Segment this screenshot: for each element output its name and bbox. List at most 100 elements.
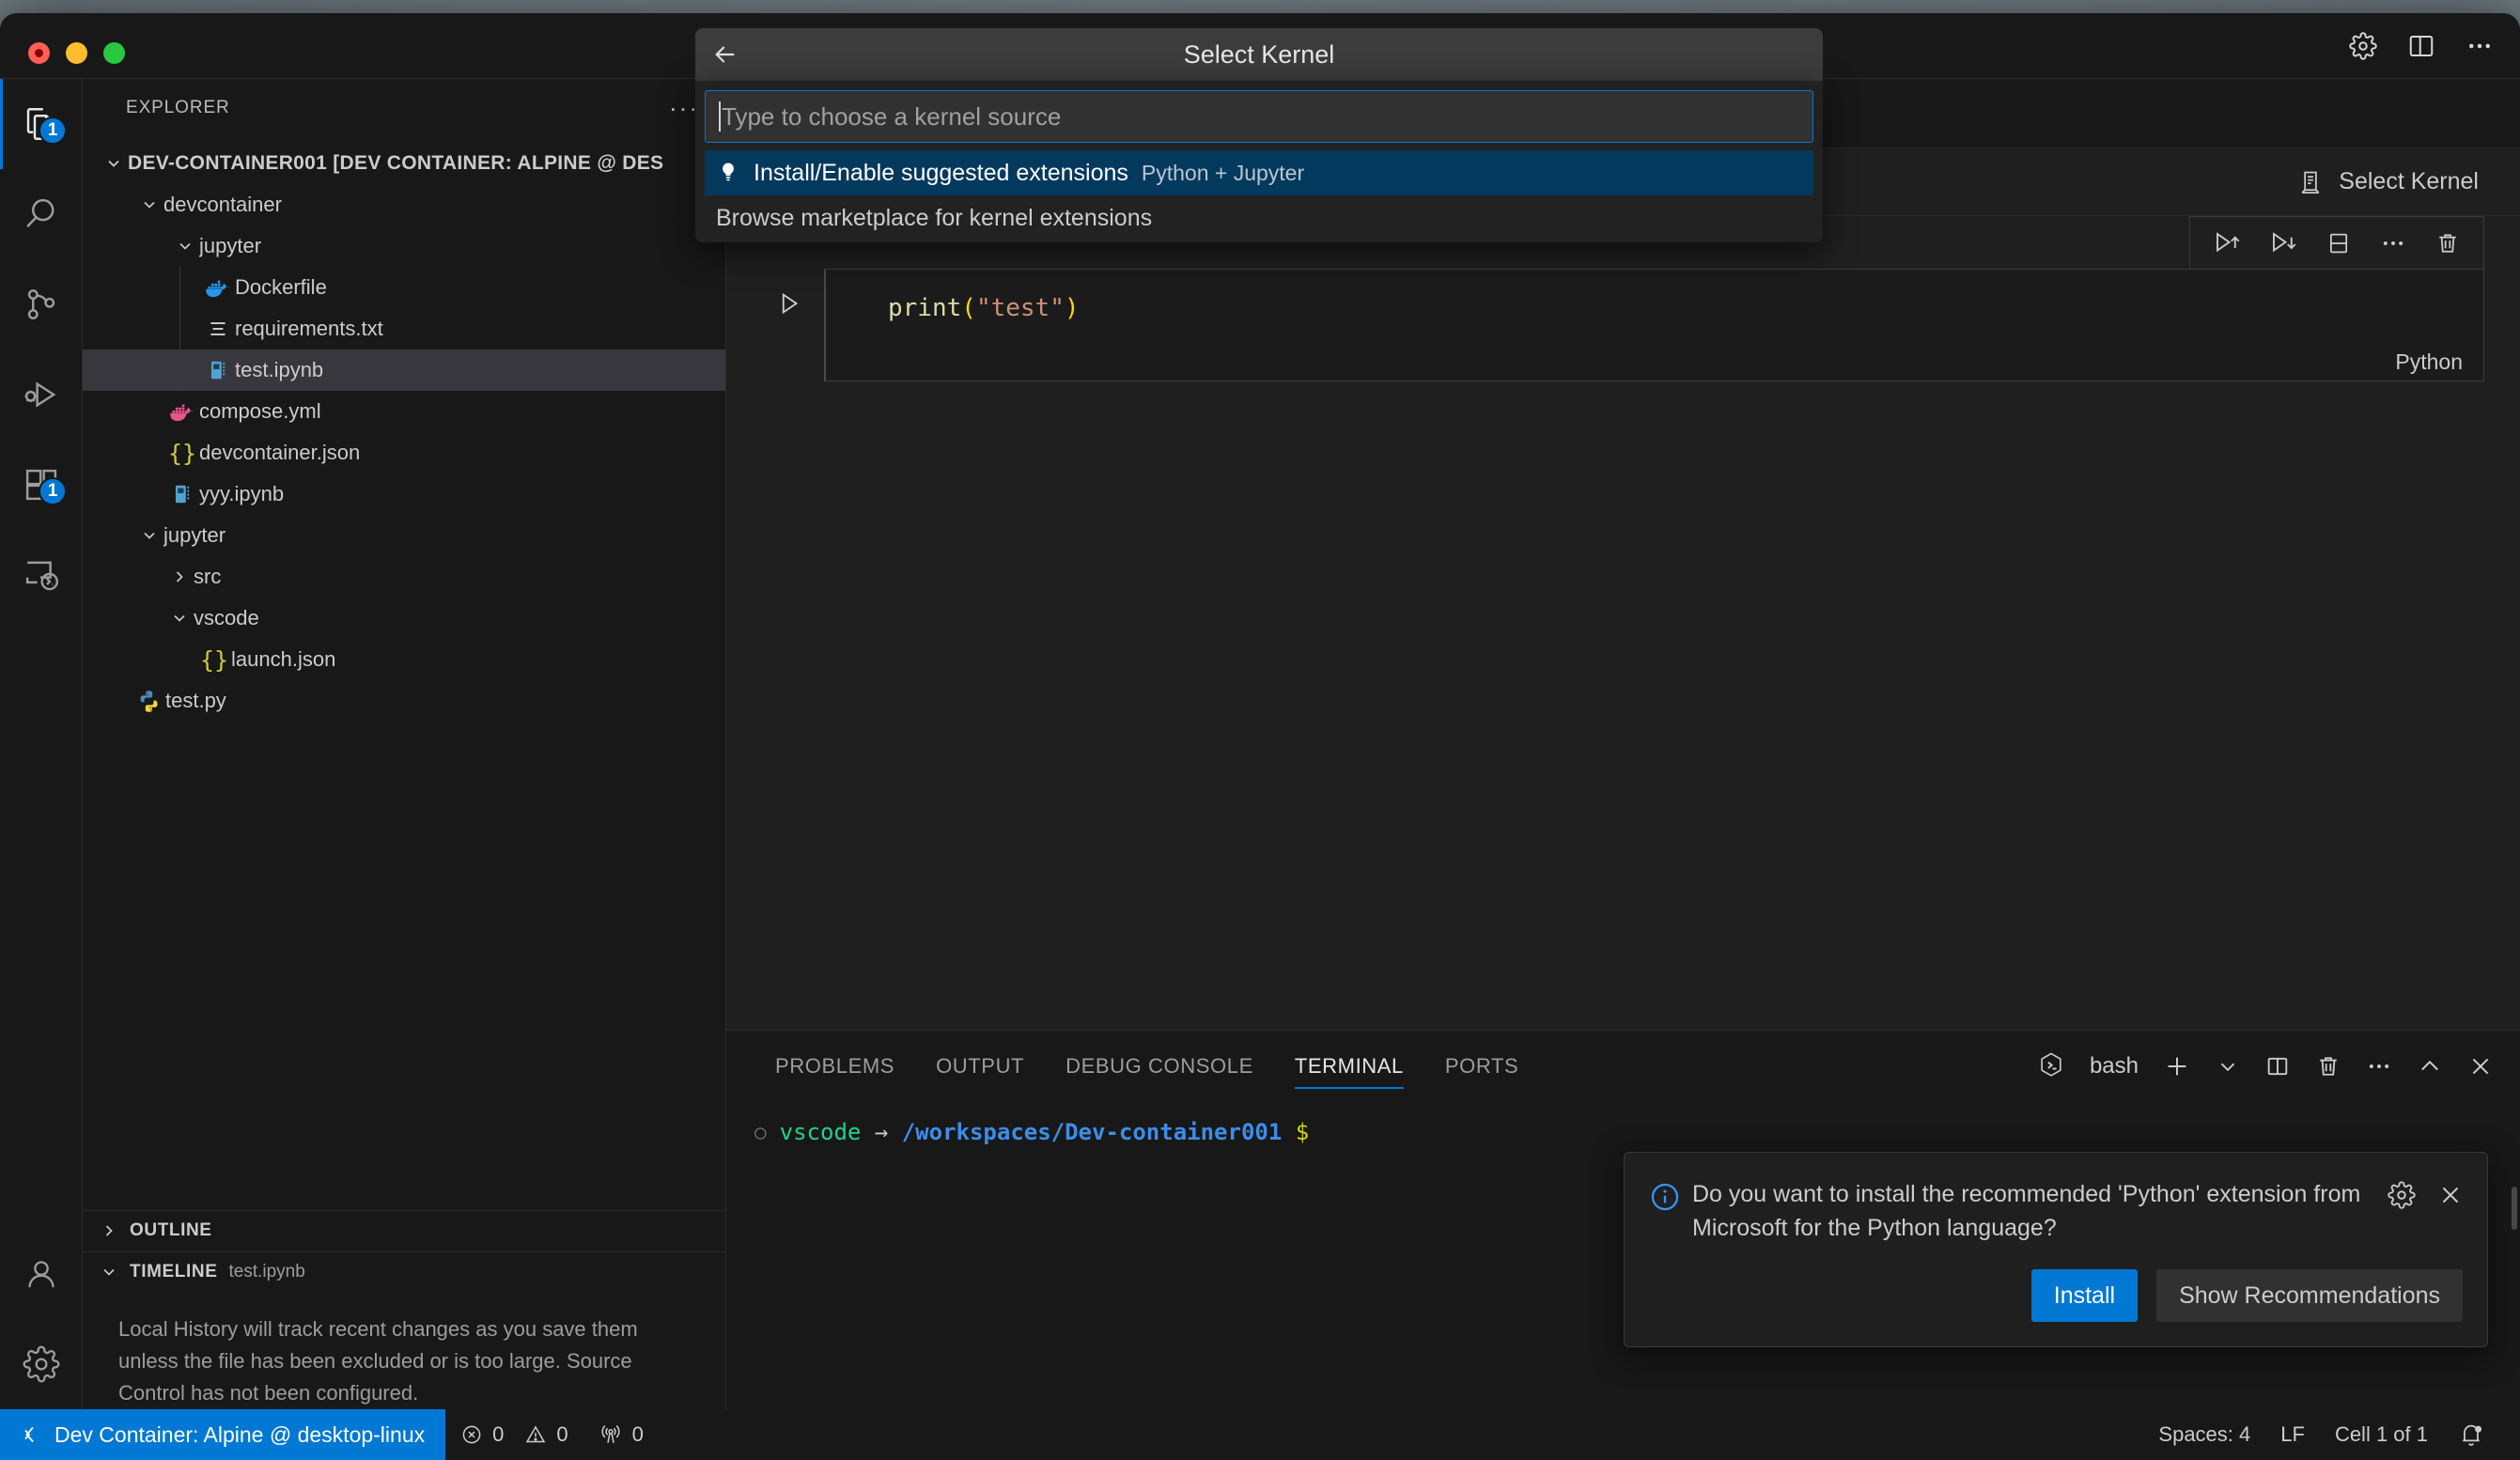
- window-close-button[interactable]: [28, 42, 50, 64]
- tree-item-folder-jupyter[interactable]: jupyter: [83, 515, 725, 556]
- account-icon[interactable]: [0, 1229, 83, 1319]
- tab-label: DEBUG CONSOLE: [1066, 1054, 1253, 1078]
- tree-item-file-dockerfile[interactable]: Dockerfile: [83, 267, 725, 308]
- install-button[interactable]: Install: [2030, 1269, 2139, 1322]
- panel-tab-list: PROBLEMS OUTPUT DEBUG CONSOLE TERMINAL P…: [726, 1031, 2520, 1102]
- tree-item-folder-jupyter-nested[interactable]: jupyter: [83, 225, 725, 267]
- title-bar-actions: [2347, 13, 2496, 79]
- cell-editor[interactable]: print("test") Python: [824, 269, 2484, 381]
- tree-item-file-launch-json[interactable]: {} launch.json: [83, 639, 725, 680]
- ports-count: 0: [631, 1422, 644, 1446]
- notebook-body: print("test") Python: [726, 216, 2520, 979]
- tree-item-file-test-ipynb[interactable]: test.ipynb: [83, 349, 725, 391]
- new-terminal-icon[interactable]: [2163, 1052, 2191, 1080]
- delete-cell-icon[interactable]: [2434, 230, 2461, 256]
- select-kernel-label: Select Kernel: [2339, 168, 2479, 194]
- window-minimize-button[interactable]: [66, 42, 87, 64]
- run-cell-button[interactable]: [754, 269, 824, 381]
- tab-output[interactable]: OUTPUT: [915, 1031, 1045, 1102]
- tree-item-file-yyy-ipynb[interactable]: yyy.ipynb: [83, 474, 725, 515]
- close-icon[interactable]: [2436, 1181, 2465, 1209]
- timeline-section-header[interactable]: TIMELINE test.ipynb: [83, 1250, 725, 1293]
- run-above-icon[interactable]: [2213, 229, 2241, 257]
- run-below-icon[interactable]: [2269, 229, 2297, 257]
- show-recommendations-button[interactable]: Show Recommendations: [2156, 1269, 2463, 1322]
- sidebar-item-remote-explorer[interactable]: [0, 530, 83, 620]
- explorer-badge: 1: [39, 116, 67, 145]
- tree-item-file-requirements[interactable]: requirements.txt: [83, 308, 725, 349]
- select-kernel-button[interactable]: Select Kernel: [2288, 163, 2488, 202]
- tab-debug-console[interactable]: DEBUG CONSOLE: [1045, 1031, 1274, 1102]
- tab-terminal[interactable]: TERMINAL: [1274, 1031, 1424, 1102]
- cell-code-content[interactable]: print("test"): [826, 270, 2483, 322]
- tree-item-file-compose[interactable]: compose.yml: [83, 391, 725, 432]
- more-icon[interactable]: [2464, 30, 2496, 62]
- status-spaces[interactable]: Spaces: 4: [2143, 1409, 2265, 1460]
- gear-icon[interactable]: [2347, 30, 2379, 62]
- more-icon[interactable]: [2380, 230, 2406, 256]
- kill-terminal-icon[interactable]: [2315, 1053, 2341, 1079]
- activity-bar-bottom: [0, 1229, 83, 1409]
- tree-item-folder-devcontainer[interactable]: devcontainer: [83, 184, 725, 225]
- split-terminal-icon[interactable]: [2264, 1053, 2291, 1079]
- gear-icon[interactable]: [2388, 1180, 2416, 1209]
- notebook-cell: print("test") Python: [754, 269, 2484, 381]
- tree-item-label: requirements.txt: [235, 317, 383, 340]
- status-eol[interactable]: LF: [2265, 1409, 2320, 1460]
- layout-panel-icon[interactable]: [2405, 30, 2437, 62]
- quick-pick-input[interactable]: Type to choose a kernel source: [705, 90, 1813, 143]
- close-panel-icon[interactable]: [2467, 1053, 2494, 1079]
- more-icon[interactable]: [2366, 1053, 2392, 1079]
- arrow-left-icon[interactable]: [710, 39, 740, 70]
- sidebar-item-search[interactable]: [0, 169, 83, 259]
- tab-problems[interactable]: PROBLEMS: [754, 1031, 915, 1102]
- terminal-scrollbar[interactable]: [2512, 1187, 2517, 1230]
- remote-indicator[interactable]: Dev Container: Alpine @ desktop-linux: [0, 1409, 446, 1460]
- sidebar-item-explorer[interactable]: 1: [0, 79, 83, 169]
- quick-pick-item-label: Browse marketplace for kernel extensions: [716, 204, 1153, 231]
- warning-icon: [524, 1423, 547, 1446]
- tree-item-file-test-py[interactable]: test.py: [83, 680, 725, 722]
- terminal-status-icon: ○: [754, 1121, 767, 1143]
- status-cell-position[interactable]: Cell 1 of 1: [2320, 1409, 2443, 1460]
- sidebar-item-run-and-debug[interactable]: [0, 349, 83, 440]
- tree-item-label: vscode: [194, 606, 259, 629]
- manage-gear-icon[interactable]: [0, 1319, 83, 1409]
- tree-item-label: yyy.ipynb: [199, 482, 285, 505]
- sidebar-item-extensions[interactable]: 1: [0, 440, 83, 530]
- terminal-shell-label[interactable]: bash: [2090, 1053, 2139, 1079]
- outline-section-header[interactable]: OUTLINE: [83, 1209, 725, 1251]
- info-icon: [1649, 1177, 1692, 1246]
- error-count: 0: [492, 1422, 505, 1446]
- quick-pick-item-label: Install/Enable suggested extensions: [754, 159, 1128, 186]
- text-lines-icon: [201, 317, 235, 341]
- tree-root-folder[interactable]: DEV-CONTAINER001 [DEV CONTAINER: ALPINE …: [83, 143, 725, 184]
- chevron-down-icon: [100, 1263, 118, 1281]
- chevron-down-icon: [135, 526, 163, 545]
- radio-tower-icon: [599, 1422, 623, 1447]
- maximize-panel-icon[interactable]: [2417, 1053, 2443, 1079]
- bell-dot-icon[interactable]: [2443, 1409, 2499, 1460]
- status-ports[interactable]: 0: [583, 1409, 659, 1460]
- status-problems[interactable]: 0 0: [445, 1409, 583, 1460]
- remote-indicator-icon: [19, 1423, 41, 1446]
- tree-item-folder-src[interactable]: src: [83, 556, 725, 598]
- tree-item-label: devcontainer.json: [199, 441, 361, 464]
- sidebar-item-source-control[interactable]: [0, 259, 83, 349]
- warning-count: 0: [556, 1422, 568, 1446]
- quick-pick-item-install-suggested[interactable]: Install/Enable suggested extensions Pyth…: [705, 150, 1813, 195]
- tab-ports[interactable]: PORTS: [1424, 1031, 1539, 1102]
- tree-item-label: Dockerfile: [235, 275, 327, 299]
- chevron-down-icon[interactable]: [2216, 1054, 2240, 1079]
- lightbulb-icon: [716, 161, 740, 185]
- server-icon: [2297, 168, 2324, 196]
- tree-item-label: test.py: [165, 689, 226, 712]
- chevron-right-icon: [100, 1221, 118, 1240]
- window-maximize-button[interactable]: [103, 42, 125, 64]
- split-cell-icon[interactable]: [2326, 230, 2352, 256]
- file-tree[interactable]: DEV-CONTAINER001 [DEV CONTAINER: ALPINE …: [83, 137, 725, 1210]
- tree-item-folder-vscode[interactable]: vscode: [83, 598, 725, 639]
- tree-item-file-devcontainer-json[interactable]: {} devcontainer.json: [83, 432, 725, 474]
- cell-language-label[interactable]: Python: [2395, 349, 2463, 375]
- quick-pick-item-browse-marketplace[interactable]: Browse marketplace for kernel extensions: [705, 195, 1813, 241]
